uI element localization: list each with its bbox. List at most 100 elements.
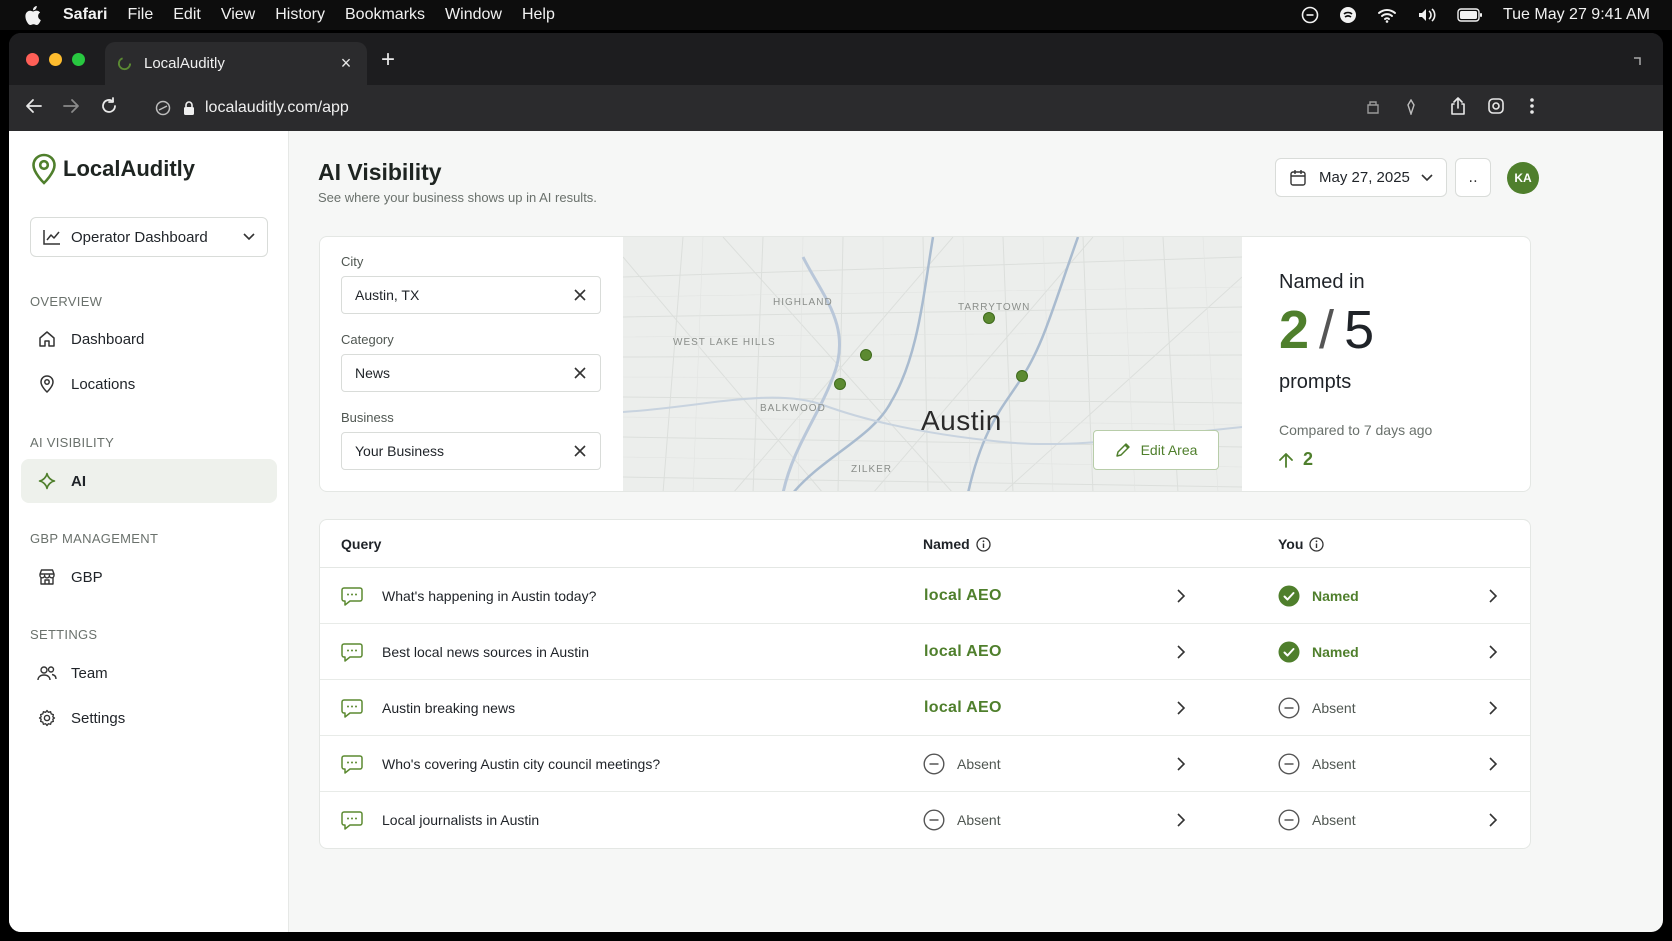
chevron-right-icon[interactable] [1176,624,1186,680]
more-options-button[interactable]: ‥ [1455,158,1491,197]
new-tab-icon[interactable]: + [381,46,395,74]
back-icon[interactable] [25,97,43,120]
minimize-window-button[interactable] [49,53,62,66]
sidebar-item-dashboard[interactable]: Dashboard [21,317,277,361]
avatar[interactable]: KA [1507,162,1539,194]
you-status: Absent [1278,792,1356,848]
minus-circle-icon [923,809,945,831]
table-row[interactable]: What's happening in Austin today? local … [320,568,1530,624]
business-value: Your Business [355,443,444,459]
sidebar-item-gbp[interactable]: GBP [21,555,277,599]
tab-overview-icon[interactable] [1631,53,1645,72]
control-icon[interactable] [1339,6,1357,24]
table-row[interactable]: Local journalists in Austin Absent Absen… [320,792,1530,848]
sidebar-item-locations[interactable]: Locations [21,362,277,406]
battery-icon[interactable] [1457,8,1483,22]
address-bar[interactable]: localauditly.com/app [155,95,349,121]
chevron-right-icon[interactable] [1488,680,1498,736]
focus-icon[interactable] [1301,6,1319,24]
bookmark-icon[interactable] [1403,98,1419,120]
reload-icon[interactable] [100,97,118,120]
browser-window: LocalAuditly × + localauditly.com/app Lo… [9,33,1663,932]
table-row[interactable]: Austin breaking news local AEO Absent [320,680,1530,736]
minus-circle-icon [1278,809,1300,831]
forward-icon[interactable] [62,97,80,120]
map-pin[interactable] [983,312,995,324]
close-window-button[interactable] [26,53,39,66]
map-label-tarrytown: TARRYTOWN [958,302,1031,313]
table-row[interactable]: Best local news sources in Austin local … [320,624,1530,680]
calendar-icon [1290,169,1306,186]
chevron-down-icon [243,233,255,241]
sidebar-item-ai[interactable]: AI [21,459,277,503]
sidebar-item-settings[interactable]: Settings [21,696,277,740]
chevron-right-icon[interactable] [1176,680,1186,736]
compared-label: Compared to 7 days ago [1279,422,1433,438]
named-value: local AEO [924,699,1002,716]
info-icon[interactable] [976,536,991,552]
clear-category-icon[interactable] [573,366,587,380]
site-settings-icon[interactable] [155,100,171,116]
visibility-overview-card: City Austin, TX Category News Business Y… [319,236,1531,492]
chevron-right-icon[interactable] [1488,736,1498,792]
share-icon[interactable] [1449,97,1467,120]
column-named-label: Named [923,536,970,552]
clear-city-icon[interactable] [573,288,587,302]
tab-strip: LocalAuditly × + [9,33,1663,85]
menu-view[interactable]: View [221,6,255,24]
menu-edit[interactable]: Edit [173,6,201,24]
chevron-right-icon[interactable] [1176,568,1186,624]
menu-history[interactable]: History [275,6,325,24]
clock[interactable]: Tue May 27 9:41 AM [1503,6,1650,24]
chevron-right-icon[interactable] [1176,736,1186,792]
dashboard-select[interactable]: Operator Dashboard [30,217,268,257]
city-value: Austin, TX [355,287,420,303]
business-label: Business [341,410,394,425]
named-in-label: Named in [1279,271,1365,293]
date-picker-button[interactable]: May 27, 2025 [1275,158,1447,197]
sidebar-item-label: GBP [71,568,103,586]
category-field[interactable]: News [341,354,601,392]
business-field[interactable]: Your Business [341,432,601,470]
map-pin[interactable] [860,349,872,361]
wifi-icon[interactable] [1377,7,1397,23]
zoom-window-button[interactable] [72,53,85,66]
extension-icon[interactable] [1365,99,1381,120]
browser-tab[interactable]: LocalAuditly × [105,42,367,85]
apple-icon[interactable] [25,5,43,25]
category-value: News [355,365,391,381]
edit-area-button[interactable]: Edit Area [1093,430,1219,470]
airplay-audio-icon[interactable] [1417,7,1437,23]
menu-window[interactable]: Window [445,6,502,24]
city-field[interactable]: Austin, TX [341,276,601,314]
table-row[interactable]: Who's covering Austin city council meeti… [320,736,1530,792]
area-map[interactable]: HIGHLAND WEST LAKE HILLS TARRYTOWN BALKW… [623,237,1242,491]
users-icon [37,663,57,683]
chevron-right-icon[interactable] [1488,568,1498,624]
brand-logo[interactable]: LocalAuditly [31,153,195,185]
chevron-right-icon[interactable] [1488,792,1498,848]
window-controls [26,53,85,66]
menu-app-name[interactable]: Safari [63,6,107,24]
dashboard-select-label: Operator Dashboard [71,228,208,246]
map-pin[interactable] [834,378,846,390]
url-text[interactable]: localauditly.com/app [205,99,349,117]
brand-name: LocalAuditly [63,156,196,181]
lock-icon [184,101,194,115]
close-tab-icon[interactable]: × [337,54,355,72]
chevron-right-icon[interactable] [1176,792,1186,848]
chevron-right-icon[interactable] [1488,624,1498,680]
location-pin-icon [37,374,57,394]
extensions-icon[interactable] [1487,97,1505,120]
named-status: Absent [923,736,1001,792]
menu-bookmarks[interactable]: Bookmarks [345,6,425,24]
sidebar-item-team[interactable]: Team [21,651,277,695]
map-pin[interactable] [1016,370,1028,382]
info-icon[interactable] [1309,536,1325,552]
menu-file[interactable]: File [127,6,153,24]
clear-business-icon[interactable] [573,444,587,458]
menu-help[interactable]: Help [522,6,555,24]
prompts-label: prompts [1279,371,1352,393]
browser-menu-icon[interactable] [1529,97,1535,120]
sidebar-item-label: Locations [71,375,136,393]
